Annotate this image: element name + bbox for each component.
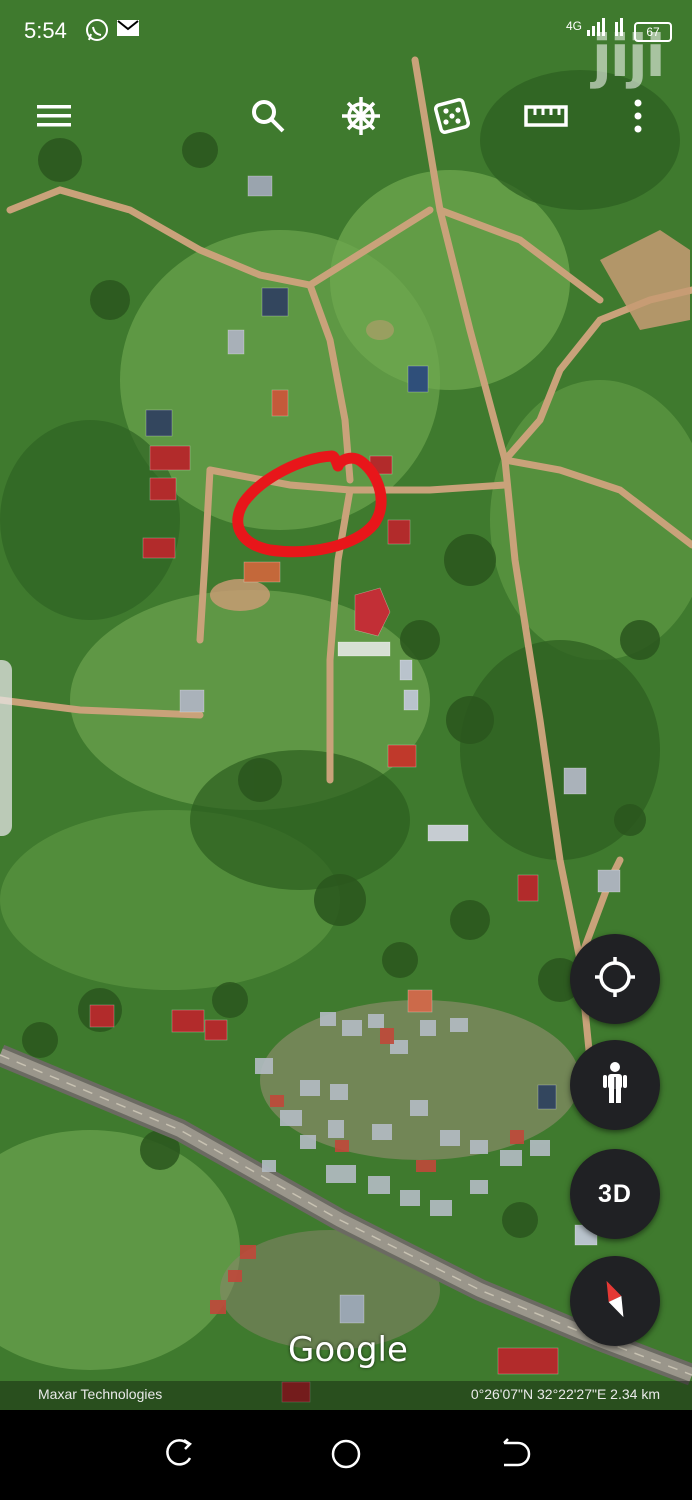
status-time: 5:54 [24,18,67,43]
system-nav-bar [0,1410,692,1500]
my-location-button[interactable] [570,934,660,1024]
measure-ruler-icon[interactable] [518,88,574,144]
google-logo: Google [288,1330,408,1370]
more-vert-icon[interactable] [610,88,666,144]
status-bar: 5:54 4G 67 [0,0,692,62]
3d-label: 3D [598,1179,632,1208]
map-toolbar [0,88,692,144]
network-type: 4G [566,19,583,34]
home-icon[interactable] [326,1434,366,1474]
search-icon[interactable] [240,88,296,144]
my-location-icon [593,955,637,1004]
watermark-logo: jiji [592,22,666,90]
street-view-button[interactable] [570,1040,660,1130]
compass-icon [595,1277,635,1326]
voyager-wheel-icon[interactable] [333,88,389,144]
pegman-icon [600,1061,630,1110]
3d-toggle-button[interactable]: 3D [570,1149,660,1239]
imagery-credit[interactable]: Maxar Technologies [38,1386,162,1402]
menu-icon[interactable] [26,88,82,144]
whatsapp-icon [84,18,110,42]
attribution-bar: Maxar Technologies 0°26'07"N 32°22'27"E … [0,1381,692,1410]
side-panel-handle[interactable] [0,660,12,836]
feeling-lucky-dice-icon[interactable] [424,88,480,144]
coordinates-scale: 0°26'07"N 32°22'27"E 2.34 km [470,1386,660,1402]
recents-icon[interactable] [158,1434,198,1474]
back-icon[interactable] [494,1434,534,1474]
gmail-icon [116,18,142,42]
compass-button[interactable] [570,1256,660,1346]
